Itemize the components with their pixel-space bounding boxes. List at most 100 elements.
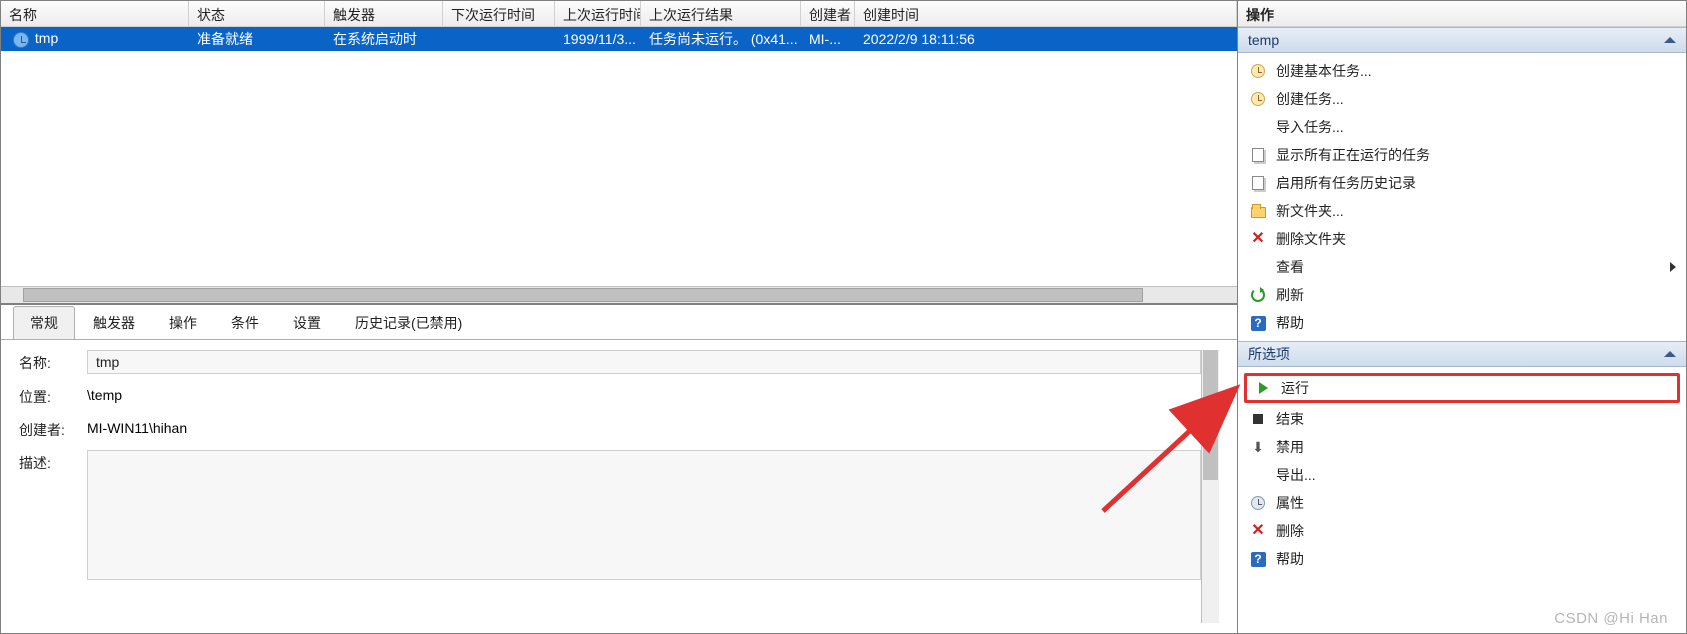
clock-icon xyxy=(1250,495,1266,511)
action-label: 导出... xyxy=(1276,465,1316,485)
document-icon xyxy=(1250,175,1266,191)
task-name: tmp xyxy=(35,30,58,46)
action-label: 新文件夹... xyxy=(1276,201,1344,221)
play-icon xyxy=(1255,380,1271,396)
detail-tabs: 常规 触发器 操作 条件 设置 历史记录(已禁用) xyxy=(1,305,1237,339)
detail-vertical-scrollbar[interactable] xyxy=(1201,350,1219,623)
action-delete[interactable]: ✕ 删除 xyxy=(1238,517,1686,545)
action-disable[interactable]: ⬇ 禁用 xyxy=(1238,433,1686,461)
tab-actions[interactable]: 操作 xyxy=(153,307,213,339)
action-label: 删除 xyxy=(1276,521,1304,541)
action-label: 刷新 xyxy=(1276,285,1304,305)
action-properties[interactable]: 属性 xyxy=(1238,489,1686,517)
submenu-icon xyxy=(1670,262,1676,272)
task-icon xyxy=(13,32,29,48)
action-label: 显示所有正在运行的任务 xyxy=(1276,145,1430,165)
collapse-icon xyxy=(1664,37,1676,43)
action-label: 属性 xyxy=(1276,493,1304,513)
action-help-selected[interactable]: ? 帮助 xyxy=(1238,545,1686,573)
action-show-running[interactable]: 显示所有正在运行的任务 xyxy=(1238,141,1686,169)
action-refresh[interactable]: 刷新 xyxy=(1238,281,1686,309)
task-list-pane: 名称 状态 触发器 下次运行时间 上次运行时间 上次运行结果 创建者 创建时间 … xyxy=(1,1,1237,303)
label-creator: 创建者: xyxy=(19,417,69,440)
blank-icon xyxy=(1250,259,1266,275)
field-name[interactable]: tmp xyxy=(87,350,1201,374)
clock-icon xyxy=(1250,63,1266,79)
group-header-temp-label: temp xyxy=(1248,32,1279,48)
document-icon xyxy=(1250,147,1266,163)
action-label: 启用所有任务历史记录 xyxy=(1276,173,1416,193)
action-label: 帮助 xyxy=(1276,313,1304,333)
watermark: CSDN @Hi Han xyxy=(1554,610,1668,627)
col-trigger[interactable]: 触发器 xyxy=(325,1,443,26)
label-name: 名称: xyxy=(19,350,69,373)
action-label: 导入任务... xyxy=(1276,117,1344,137)
blank-icon xyxy=(1250,467,1266,483)
task-created: 2022/2/9 18:11:56 xyxy=(855,29,1237,49)
stop-icon xyxy=(1250,411,1266,427)
group-header-selected-label: 所选项 xyxy=(1248,344,1290,364)
col-status[interactable]: 状态 xyxy=(189,1,325,26)
label-description: 描述: xyxy=(19,450,69,473)
action-label: 创建基本任务... xyxy=(1276,61,1372,81)
label-location: 位置: xyxy=(19,384,69,407)
delete-icon: ✕ xyxy=(1250,523,1266,539)
field-description[interactable] xyxy=(87,450,1201,580)
action-enable-history[interactable]: 启用所有任务历史记录 xyxy=(1238,169,1686,197)
col-last-result[interactable]: 上次运行结果 xyxy=(641,1,801,26)
help-icon: ? xyxy=(1250,551,1266,567)
action-label: 查看 xyxy=(1276,257,1304,277)
blank-icon xyxy=(1250,119,1266,135)
disable-icon: ⬇ xyxy=(1250,439,1266,455)
help-icon: ? xyxy=(1250,315,1266,331)
tab-triggers[interactable]: 触发器 xyxy=(77,307,151,339)
action-label: 结束 xyxy=(1276,409,1304,429)
action-label: 创建任务... xyxy=(1276,89,1344,109)
value-location: \temp xyxy=(87,384,122,406)
action-delete-folder[interactable]: ✕ 删除文件夹 xyxy=(1238,225,1686,253)
action-export[interactable]: 导出... xyxy=(1238,461,1686,489)
tab-conditions[interactable]: 条件 xyxy=(215,307,275,339)
tab-general[interactable]: 常规 xyxy=(13,306,75,340)
col-name[interactable]: 名称 xyxy=(1,1,189,26)
action-run[interactable]: 运行 xyxy=(1247,376,1677,400)
action-import-task[interactable]: 导入任务... xyxy=(1238,113,1686,141)
clock-icon xyxy=(1250,91,1266,107)
action-label: 删除文件夹 xyxy=(1276,229,1346,249)
action-view[interactable]: 查看 xyxy=(1238,253,1686,281)
horizontal-scrollbar[interactable] xyxy=(1,286,1237,303)
actions-panel: 操作 temp 创建基本任务... 创建任务... 导入任务... 显示所有正在… xyxy=(1238,0,1687,634)
action-create-task[interactable]: 创建任务... xyxy=(1238,85,1686,113)
action-label: 帮助 xyxy=(1276,549,1304,569)
action-label: 禁用 xyxy=(1276,437,1304,457)
actions-panel-header: 操作 xyxy=(1238,1,1686,27)
action-new-folder[interactable]: 新文件夹... xyxy=(1238,197,1686,225)
folder-icon xyxy=(1250,203,1266,219)
col-last-run[interactable]: 上次运行时间 xyxy=(555,1,641,26)
task-last-run: 1999/11/3... xyxy=(555,29,641,49)
task-trigger: 在系统启动时 xyxy=(325,27,443,51)
task-detail-pane: 常规 触发器 操作 条件 设置 历史记录(已禁用) 名称: tmp 位置: \t… xyxy=(1,303,1237,633)
task-list-header: 名称 状态 触发器 下次运行时间 上次运行时间 上次运行结果 创建者 创建时间 xyxy=(1,1,1237,27)
refresh-icon xyxy=(1250,287,1266,303)
task-next-run xyxy=(443,37,555,41)
group-header-selected[interactable]: 所选项 xyxy=(1238,341,1686,367)
task-status: 准备就绪 xyxy=(189,27,325,51)
task-author: MI-... xyxy=(801,29,855,49)
col-author[interactable]: 创建者 xyxy=(801,1,855,26)
value-creator: MI-WIN11\hihan xyxy=(87,417,187,439)
action-end[interactable]: 结束 xyxy=(1238,405,1686,433)
group-header-temp[interactable]: temp xyxy=(1238,27,1686,53)
tab-settings[interactable]: 设置 xyxy=(277,307,337,339)
annotation-highlight: 运行 xyxy=(1244,373,1680,403)
tab-history[interactable]: 历史记录(已禁用) xyxy=(339,307,478,339)
action-help[interactable]: ? 帮助 xyxy=(1238,309,1686,337)
task-row[interactable]: tmp 准备就绪 在系统启动时 1999/11/3... 任务尚未运行。 (0x… xyxy=(1,27,1237,51)
delete-icon: ✕ xyxy=(1250,231,1266,247)
task-last-result: 任务尚未运行。 (0x41... xyxy=(641,27,801,51)
col-created[interactable]: 创建时间 xyxy=(855,1,1237,26)
action-create-basic-task[interactable]: 创建基本任务... xyxy=(1238,57,1686,85)
col-next-run[interactable]: 下次运行时间 xyxy=(443,1,555,26)
action-label: 运行 xyxy=(1281,378,1309,398)
collapse-icon xyxy=(1664,351,1676,357)
